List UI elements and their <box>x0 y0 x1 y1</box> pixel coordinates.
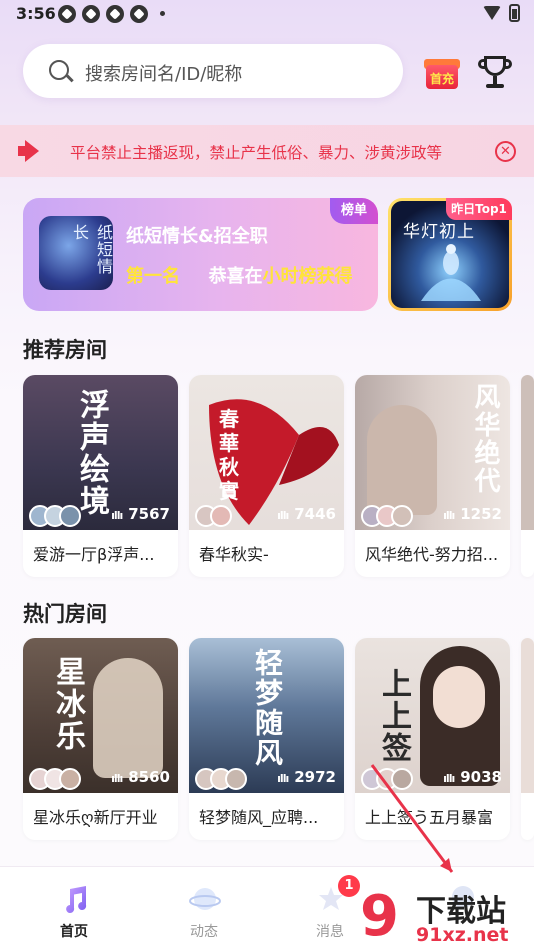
unread-badge: 1 <box>338 875 360 897</box>
recommended-section-title: 推荐房间 <box>23 338 107 362</box>
status-notification-icons <box>58 5 148 23</box>
search-input[interactable]: 搜索房间名/ID/昵称 <box>23 44 403 98</box>
more-notifications-dot <box>160 11 165 16</box>
status-time: 3:56 <box>16 4 56 23</box>
app-notification-icon <box>82 5 100 23</box>
gift-label: 首充 <box>429 72 454 86</box>
room-listener-count: 2972 <box>277 768 336 786</box>
close-icon[interactable]: ✕ <box>495 141 516 162</box>
nav-feed[interactable]: 动态 <box>154 867 254 950</box>
nav-home[interactable]: 首页 <box>24 867 124 950</box>
rank-banner[interactable]: 榜单 纸短情长 纸短情长&招全职 第一名 恭喜在小时榜获得 <box>23 198 378 311</box>
notice-text: 平台禁止主播返现，禁止产生低俗、暴力、涉黄涉政等 <box>70 144 443 162</box>
room-card[interactable]: 星冰乐 8560 星冰乐ღ新厅开业 <box>23 638 178 840</box>
room-card[interactable]: 风华绝代 1252 风华绝代-努力招... <box>355 375 510 577</box>
hot-section-title: 热门房间 <box>23 602 107 626</box>
app-notification-icon <box>58 5 76 23</box>
wifi-icon <box>483 6 501 20</box>
room-avatars <box>195 505 232 527</box>
top1-tag: 昨日Top1 <box>446 198 512 220</box>
room-listener-count: 8560 <box>111 768 170 786</box>
room-avatars <box>361 768 413 790</box>
planet-icon <box>189 888 221 910</box>
room-card[interactable]: 春華秋實 7446 春华秋实- <box>189 375 344 577</box>
room-avatars <box>195 768 247 790</box>
site-watermark-logo: 9 下载站 91xz.net <box>360 884 509 949</box>
megaphone-icon <box>18 140 44 162</box>
nav-label: 动态 <box>190 924 218 940</box>
status-right <box>483 4 520 22</box>
room-name: 春华秋实- <box>199 545 269 564</box>
room-name: 爱游一厅β浮声... <box>33 545 155 564</box>
status-bar: 3:56 <box>0 0 534 30</box>
room-avatars <box>361 505 413 527</box>
rank-avatar: 纸短情长 <box>39 216 113 290</box>
nav-label: 首页 <box>60 924 88 940</box>
room-card-partial[interactable] <box>521 375 534 577</box>
app-notification-icon <box>130 5 148 23</box>
room-card[interactable]: 浮声绘境 7567 爱游一厅β浮声... <box>23 375 178 577</box>
room-avatars <box>29 505 81 527</box>
room-name: 风华绝代-努力招... <box>365 545 499 564</box>
room-card[interactable]: 上上签 9038 上上签う五月暴富 <box>355 638 510 840</box>
rank-tag: 榜单 <box>330 198 378 224</box>
notice-bar: 平台禁止主播返现，禁止产生低俗、暴力、涉黄涉政等 ✕ <box>0 125 534 177</box>
trophy-icon[interactable] <box>478 54 512 90</box>
yesterday-top1-banner[interactable]: 华灯初上 昨日Top1 <box>388 198 512 311</box>
room-listener-count: 9038 <box>443 768 502 786</box>
app-notification-icon <box>106 5 124 23</box>
rank-title: 纸短情长&招全职 <box>126 226 268 247</box>
room-listener-count: 7446 <box>277 505 336 523</box>
room-name: 星冰乐ღ新厅开业 <box>33 808 158 827</box>
room-avatars <box>29 768 81 790</box>
room-name: 上上签う五月暴富 <box>365 808 494 827</box>
rank-subtitle: 第一名 恭喜在小时榜获得 <box>126 266 353 287</box>
room-listener-count: 1252 <box>443 505 502 523</box>
search-icon <box>49 60 69 80</box>
room-card-partial[interactable] <box>521 638 534 840</box>
music-note-icon <box>66 886 87 913</box>
battery-icon <box>509 4 520 22</box>
room-card[interactable]: 轻梦随风 2972 轻梦随风_应聘... <box>189 638 344 840</box>
search-placeholder: 搜索房间名/ID/昵称 <box>85 64 243 85</box>
room-listener-count: 7567 <box>111 505 170 523</box>
room-name: 轻梦随风_应聘... <box>199 808 319 827</box>
first-recharge-gift-icon[interactable]: 首充 <box>424 55 460 89</box>
